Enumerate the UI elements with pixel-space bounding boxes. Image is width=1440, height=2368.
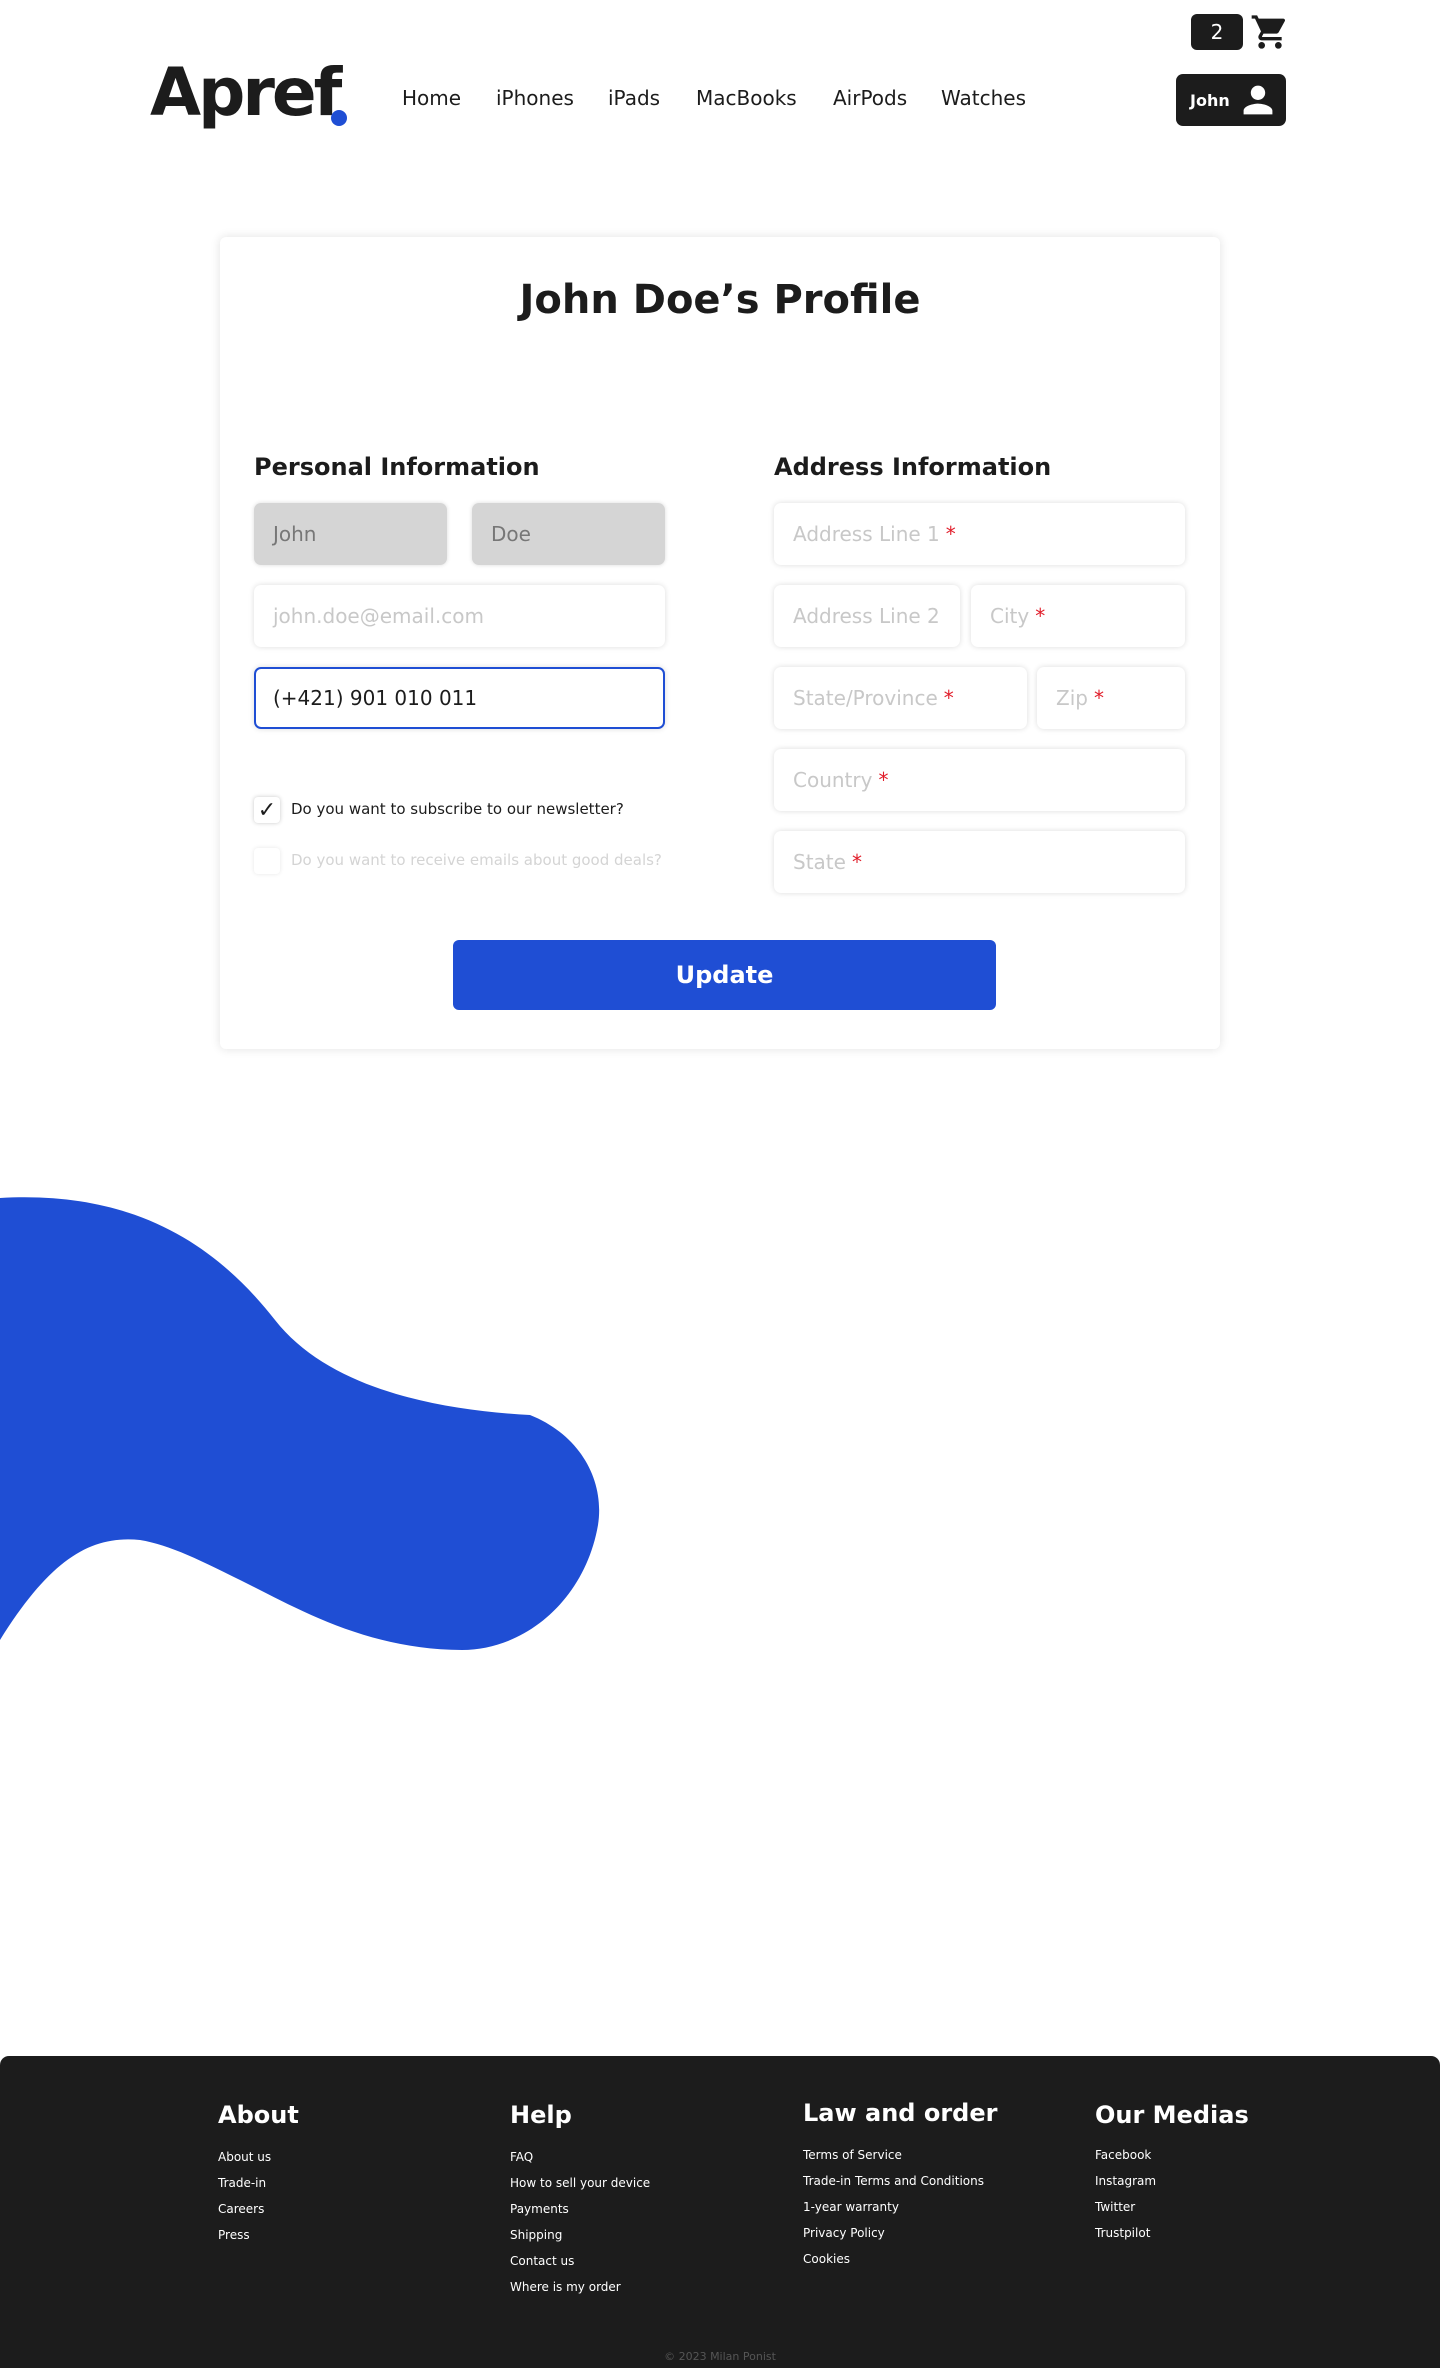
cart-count-badge[interactable]: 2 [1191,14,1243,50]
footer-link[interactable]: How to sell your device [510,2176,650,2190]
nav-iphones[interactable]: iPhones [496,86,574,110]
required-mark: * [1093,686,1104,710]
footer-media-title: Our Medias [1095,2101,1249,2129]
footer-link[interactable]: Shipping [510,2228,562,2242]
user-account-button[interactable]: John [1176,74,1286,126]
footer-link[interactable]: Facebook [1095,2148,1151,2162]
phone-value: (+421) 901 010 011 [273,686,478,710]
required-mark: * [945,522,956,546]
nav-airpods[interactable]: AirPods [833,86,907,110]
copyright: © 2023 Milan Ponist [664,2350,776,2363]
state-placeholder: State [793,850,846,874]
update-button[interactable]: Update [453,940,996,1010]
nav-ipads[interactable]: iPads [608,86,660,110]
last-name-value: Doe [491,522,531,546]
email-placeholder: john.doe@email.com [273,604,484,628]
shopping-cart-icon[interactable] [1250,12,1290,52]
deals-label: Do you want to receive emails about good… [291,851,662,869]
city-placeholder: City [990,604,1030,628]
footer-link[interactable]: Trustpilot [1095,2226,1150,2240]
country-placeholder: Country [793,768,873,792]
address-line1-field[interactable]: Address Line 1 * [774,503,1185,565]
footer-link[interactable]: Contact us [510,2254,574,2268]
profile-card: John Doe’s Profile Personal Information … [220,237,1220,1049]
logo-dot [331,110,347,126]
footer-link[interactable]: About us [218,2150,271,2164]
footer-link[interactable]: FAQ [510,2150,533,2164]
state-province-placeholder: State/Province [793,686,938,710]
required-mark: * [878,768,889,792]
zip-placeholder: Zip [1056,686,1088,710]
country-field[interactable]: Country * [774,749,1185,811]
first-name-field[interactable]: John [254,503,447,565]
email-field[interactable]: john.doe@email.com [254,585,665,647]
deals-checkbox[interactable] [254,848,280,874]
address-info-title: Address Information [774,453,1052,481]
address-line2-field[interactable]: Address Line 2 [774,585,960,647]
footer-link[interactable]: Terms of Service [803,2148,902,2162]
footer-link[interactable]: Twitter [1095,2200,1135,2214]
footer-link[interactable]: Trade-in [218,2176,266,2190]
footer-help-title: Help [510,2101,572,2129]
newsletter-checkbox[interactable]: ✓ [254,797,280,823]
state-field[interactable]: State * [774,831,1185,893]
person-icon [1243,85,1273,115]
footer-link[interactable]: Press [218,2228,250,2242]
phone-field[interactable]: (+421) 901 010 011 [254,667,665,729]
nav-watches[interactable]: Watches [941,86,1026,110]
first-name-value: John [273,522,317,546]
nav-home[interactable]: Home [402,86,461,110]
personal-info-title: Personal Information [254,453,540,481]
footer-link[interactable]: 1-year warranty [803,2200,899,2214]
address-line2-placeholder: Address Line 2 [793,604,940,628]
footer-link[interactable]: Careers [218,2202,264,2216]
footer-link[interactable]: Where is my order [510,2280,621,2294]
state-province-field[interactable]: State/Province * [774,667,1027,729]
footer-link[interactable]: Privacy Policy [803,2226,885,2240]
logo[interactable]: Apref [150,60,342,126]
page-title: John Doe’s Profile [519,277,921,323]
footer-link[interactable]: Payments [510,2202,569,2216]
footer-link[interactable]: Trade-in Terms and Conditions [803,2174,984,2188]
decorative-blob [0,1197,600,1650]
required-mark: * [1035,604,1046,628]
nav-macbooks[interactable]: MacBooks [696,86,797,110]
footer-link[interactable]: Cookies [803,2252,850,2266]
newsletter-label: Do you want to subscribe to our newslett… [291,800,624,818]
required-mark: * [943,686,954,710]
address-line1-placeholder: Address Line 1 [793,522,940,546]
user-name-label: John [1190,90,1230,110]
footer-about-title: About [218,2101,299,2129]
footer-law-title: Law and order [803,2099,998,2127]
last-name-field[interactable]: Doe [472,503,665,565]
zip-field[interactable]: Zip * [1037,667,1185,729]
check-mark-icon: ✓ [257,797,277,823]
city-field[interactable]: City * [971,585,1185,647]
footer: About About us Trade-in Careers Press He… [0,2056,1440,2368]
required-mark: * [851,850,862,874]
footer-link[interactable]: Instagram [1095,2174,1156,2188]
